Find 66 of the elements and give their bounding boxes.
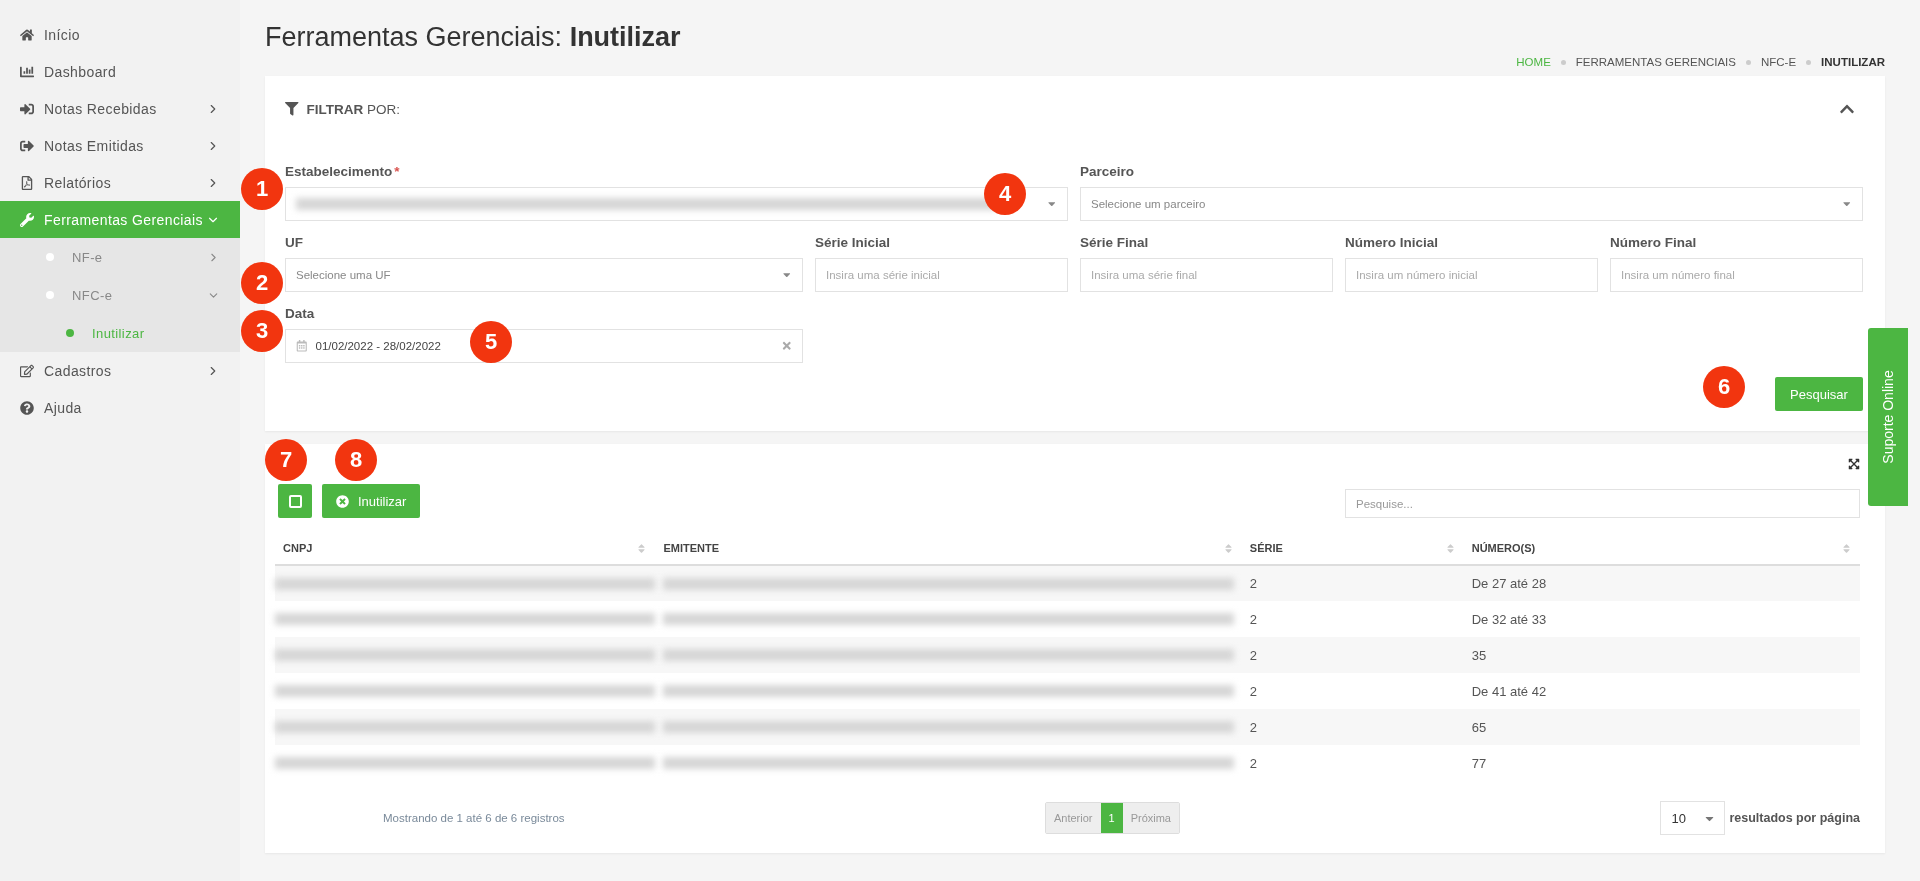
table-cell: De 41 até 42 bbox=[1463, 673, 1860, 709]
sidebar-item[interactable]: Ajuda bbox=[0, 389, 240, 426]
table-cell: 2 bbox=[1241, 745, 1464, 781]
menu-item-icon bbox=[20, 64, 34, 79]
table-cell: De 27 até 28 bbox=[1463, 565, 1860, 601]
calendar-icon bbox=[296, 340, 308, 352]
page-title: Ferramentas Gerenciais: Inutilizar bbox=[265, 22, 681, 53]
field-label: Parceiro bbox=[1080, 164, 1135, 179]
select-field[interactable]: Selecione um parceiro bbox=[1080, 187, 1863, 221]
table-cell: 2 bbox=[1241, 637, 1464, 673]
filter-title: FILTRAR POR: bbox=[306, 101, 401, 117]
sidebar-item[interactable]: Início bbox=[0, 16, 240, 53]
table-cell: 35 bbox=[1463, 637, 1860, 673]
table-cell: 2 bbox=[1241, 601, 1464, 637]
field-label: Estabelecimento* bbox=[285, 164, 400, 179]
menu-item-icon bbox=[20, 138, 34, 153]
filter-icon bbox=[285, 102, 299, 116]
select-all-button[interactable] bbox=[278, 484, 312, 518]
sort-icon bbox=[1444, 542, 1456, 554]
table-cell: 2 bbox=[1241, 565, 1464, 601]
breadcrumb-item: INUTILIZAR bbox=[1821, 56, 1885, 68]
sidebar-item[interactable]: Notas Emitidas bbox=[0, 127, 240, 164]
search-field[interactable]: Pesquise... bbox=[1345, 489, 1860, 518]
input-field[interactable]: Insira um número final bbox=[1610, 258, 1863, 292]
fullscreen-icon[interactable] bbox=[1848, 458, 1860, 470]
field-label: UF bbox=[285, 235, 303, 250]
table-cell: 65 bbox=[1463, 709, 1860, 745]
sidebar-item[interactable]: Dashboard bbox=[0, 53, 240, 90]
tree-dot-icon bbox=[46, 253, 54, 261]
table-cell: De 32 até 33 bbox=[1463, 601, 1860, 637]
table-cell: 77 bbox=[1463, 745, 1860, 781]
tree-dot-icon bbox=[66, 329, 74, 337]
breadcrumb-item: NFC-E bbox=[1760, 56, 1797, 68]
input-field[interactable]: Insira um número inicial bbox=[1345, 258, 1598, 292]
field-label: Data bbox=[285, 306, 315, 321]
page-size-select[interactable]: 10 bbox=[1660, 801, 1726, 835]
sidebar-item[interactable]: Notas Recebidas bbox=[0, 90, 240, 127]
menu-item-icon bbox=[20, 175, 34, 190]
cancel-icon bbox=[336, 494, 349, 508]
table-cell: 2 bbox=[1241, 709, 1464, 745]
field-label: Número Final bbox=[1610, 235, 1697, 250]
sort-icon bbox=[636, 542, 648, 554]
menu-item-icon bbox=[20, 27, 34, 42]
input-field[interactable]: Insira uma série inicial bbox=[815, 258, 1068, 292]
menu-item-icon bbox=[20, 363, 34, 378]
page-size-label: resultados por página bbox=[1729, 811, 1860, 825]
step-number-tooltip: 3 bbox=[241, 310, 283, 352]
records-info: Mostrando de 1 até 6 de 6 registros bbox=[383, 812, 565, 824]
menu-item-icon bbox=[20, 212, 34, 227]
sidebar-item[interactable]: Cadastros bbox=[0, 352, 240, 389]
field-label: Série Final bbox=[1080, 235, 1149, 250]
input-field[interactable]: Insira uma série final bbox=[1080, 258, 1333, 292]
breadcrumb-item: FERRAMENTAS GERENCIAIS bbox=[1575, 56, 1736, 68]
table-cell: 2 bbox=[1241, 673, 1464, 709]
sidebar-item[interactable]: Relatórios bbox=[0, 164, 240, 201]
field-label: Série Inicial bbox=[815, 235, 891, 250]
select-field[interactable]: Selecione uma UF bbox=[285, 258, 803, 292]
step-number-tooltip: 2 bbox=[241, 262, 283, 304]
menu-item-icon bbox=[20, 400, 34, 415]
clear-icon[interactable] bbox=[780, 340, 792, 352]
field-label: Número Inicial bbox=[1345, 235, 1439, 250]
sort-icon bbox=[1222, 542, 1234, 554]
tree-dot-icon bbox=[46, 291, 54, 299]
sort-icon bbox=[1841, 542, 1852, 554]
step-number-tooltip: 1 bbox=[241, 168, 283, 210]
menu-item-icon bbox=[20, 101, 34, 116]
